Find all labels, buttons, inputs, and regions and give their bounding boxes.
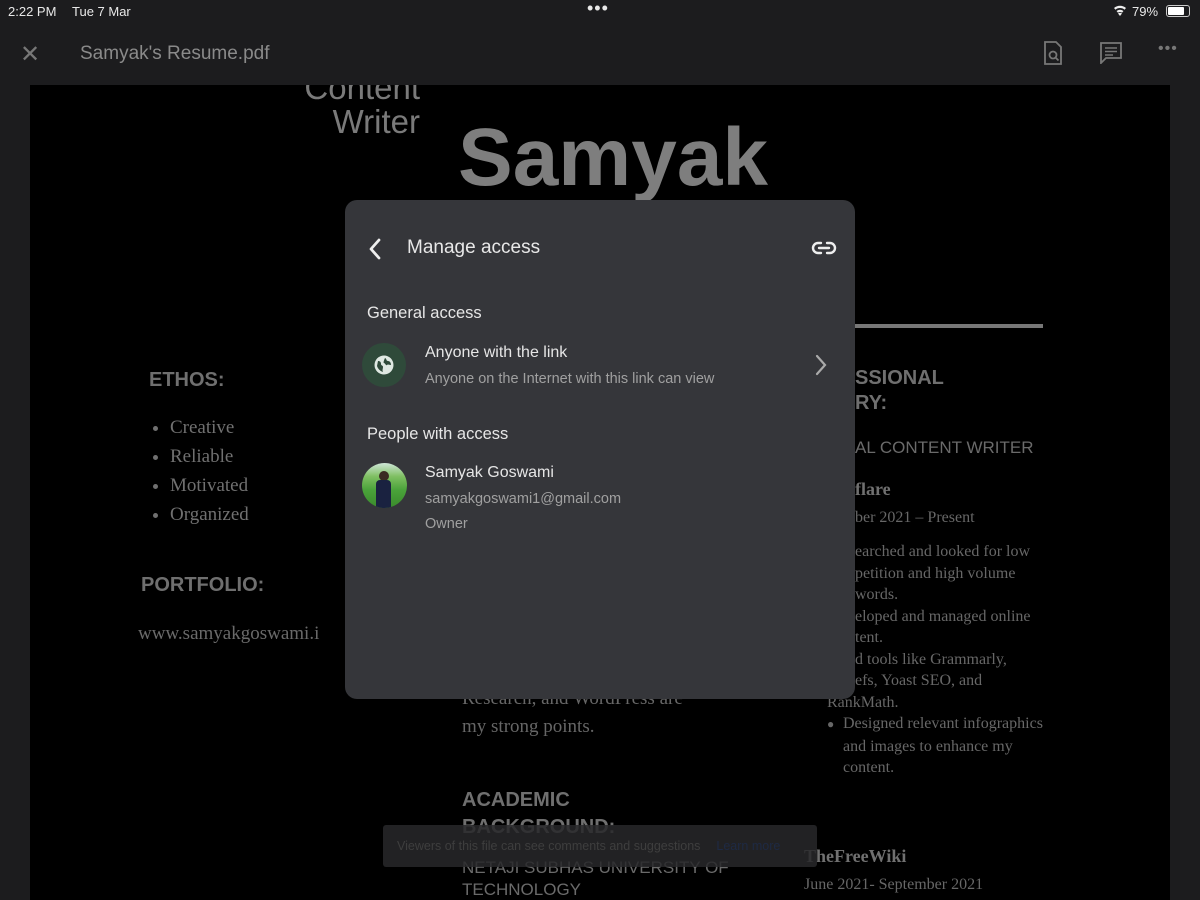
bullet-line: and images to enhance my xyxy=(843,737,1013,755)
portfolio-link[interactable]: www.samyakgoswami.i xyxy=(138,623,319,645)
person-name: Samyak Goswami xyxy=(425,464,554,481)
person-role: Owner xyxy=(425,516,468,532)
heading-line: ACADEMIC xyxy=(462,789,570,811)
toolbar: ✕ Samyak's Resume.pdf ••• xyxy=(0,24,1200,85)
person-email: samyakgoswami1@gmail.com xyxy=(425,491,622,507)
bullet-line: d tools like Grammarly, xyxy=(855,650,1007,668)
company-name: TheFreeWiki xyxy=(804,846,907,866)
manage-access-dialog: Manage access General access Anyone with… xyxy=(345,200,855,699)
more-options-icon[interactable]: ••• xyxy=(1158,40,1178,58)
battery-percent: 79% xyxy=(1132,4,1159,19)
avatar xyxy=(362,463,407,508)
portfolio-heading: PORTFOLIO: xyxy=(141,574,265,596)
ethos-list: Creative Reliable Motivated Organized xyxy=(152,413,249,529)
heading-line: RY: xyxy=(855,392,888,414)
bullet-line: earched and looked for low xyxy=(855,543,1031,560)
wifi-icon xyxy=(1112,3,1128,20)
bullet-line: content. xyxy=(843,759,895,776)
status-time: 2:22 PM xyxy=(8,4,57,19)
ethos-item: Reliable xyxy=(170,442,249,471)
viewers-toast: Viewers of this file can see comments an… xyxy=(383,825,817,867)
chevron-right-icon[interactable] xyxy=(815,354,827,381)
ethos-heading: ETHOS: xyxy=(149,369,225,391)
ethos-item: Organized xyxy=(170,500,249,529)
battery-icon xyxy=(1166,5,1190,17)
heading-line: SSIONAL xyxy=(855,367,944,389)
role-line: Writer xyxy=(332,103,420,140)
toast-text: Viewers of this file can see comments an… xyxy=(397,839,701,853)
job-dates: June 2021- September 2021 xyxy=(804,876,984,893)
ethos-item: Motivated xyxy=(170,471,249,500)
ethos-item: Creative xyxy=(170,413,249,442)
job-title: AL CONTENT WRITER xyxy=(855,438,1034,457)
school-line: TECHNOLOGY xyxy=(462,880,582,899)
back-icon[interactable] xyxy=(367,237,383,266)
general-access-description: Anyone on the Internet with this link ca… xyxy=(425,371,715,387)
dialog-title: Manage access xyxy=(407,237,541,258)
globe-icon xyxy=(362,343,406,387)
bullet-line: tent. xyxy=(855,629,883,646)
bullet-line: eloped and managed online xyxy=(855,607,1031,625)
company-name: flare xyxy=(855,479,891,499)
general-access-heading: General access xyxy=(367,304,482,322)
learn-more-link[interactable]: Learn more xyxy=(716,839,780,853)
close-icon[interactable]: ✕ xyxy=(20,40,40,69)
role-title: Content Writer xyxy=(230,85,420,139)
divider xyxy=(855,324,1043,328)
status-date: Tue 7 Mar xyxy=(72,4,131,19)
bullet-line: Designed relevant infographics xyxy=(843,715,1043,732)
bullet-line: petition and high volume xyxy=(855,564,1016,582)
general-access-row[interactable]: Anyone with the link Anyone on the Inter… xyxy=(359,340,841,392)
status-bar: 2:22 PM Tue 7 Mar ••• 79% xyxy=(0,0,1200,24)
professional-heading: SSIONAL RY: xyxy=(855,366,944,416)
role-line: Content xyxy=(304,85,420,106)
bullet-line: efs, Yoast SEO, and xyxy=(855,672,983,689)
bullet-line: RankMath. xyxy=(827,693,899,711)
multitasking-dots-icon[interactable]: ••• xyxy=(587,0,609,19)
copy-link-icon[interactable] xyxy=(811,240,837,261)
resume-name: Samyak xyxy=(458,112,769,203)
summary-text: my strong points. xyxy=(462,716,595,737)
general-access-title: Anyone with the link xyxy=(425,344,568,361)
find-in-document-icon[interactable] xyxy=(1043,41,1063,70)
job-bullet-full: ● Designed relevant infographics and imag… xyxy=(827,713,1043,779)
job-bullets: earched and looked for low petition and … xyxy=(827,541,1031,713)
document-title: Samyak's Resume.pdf xyxy=(80,43,270,64)
people-heading: People with access xyxy=(367,425,509,443)
job-dates: ber 2021 – Present xyxy=(855,509,975,526)
bullet-line: words. xyxy=(855,586,899,603)
person-row[interactable]: Samyak Goswami samyakgoswami1@gmail.com … xyxy=(359,462,841,536)
comments-icon[interactable] xyxy=(1100,42,1122,69)
